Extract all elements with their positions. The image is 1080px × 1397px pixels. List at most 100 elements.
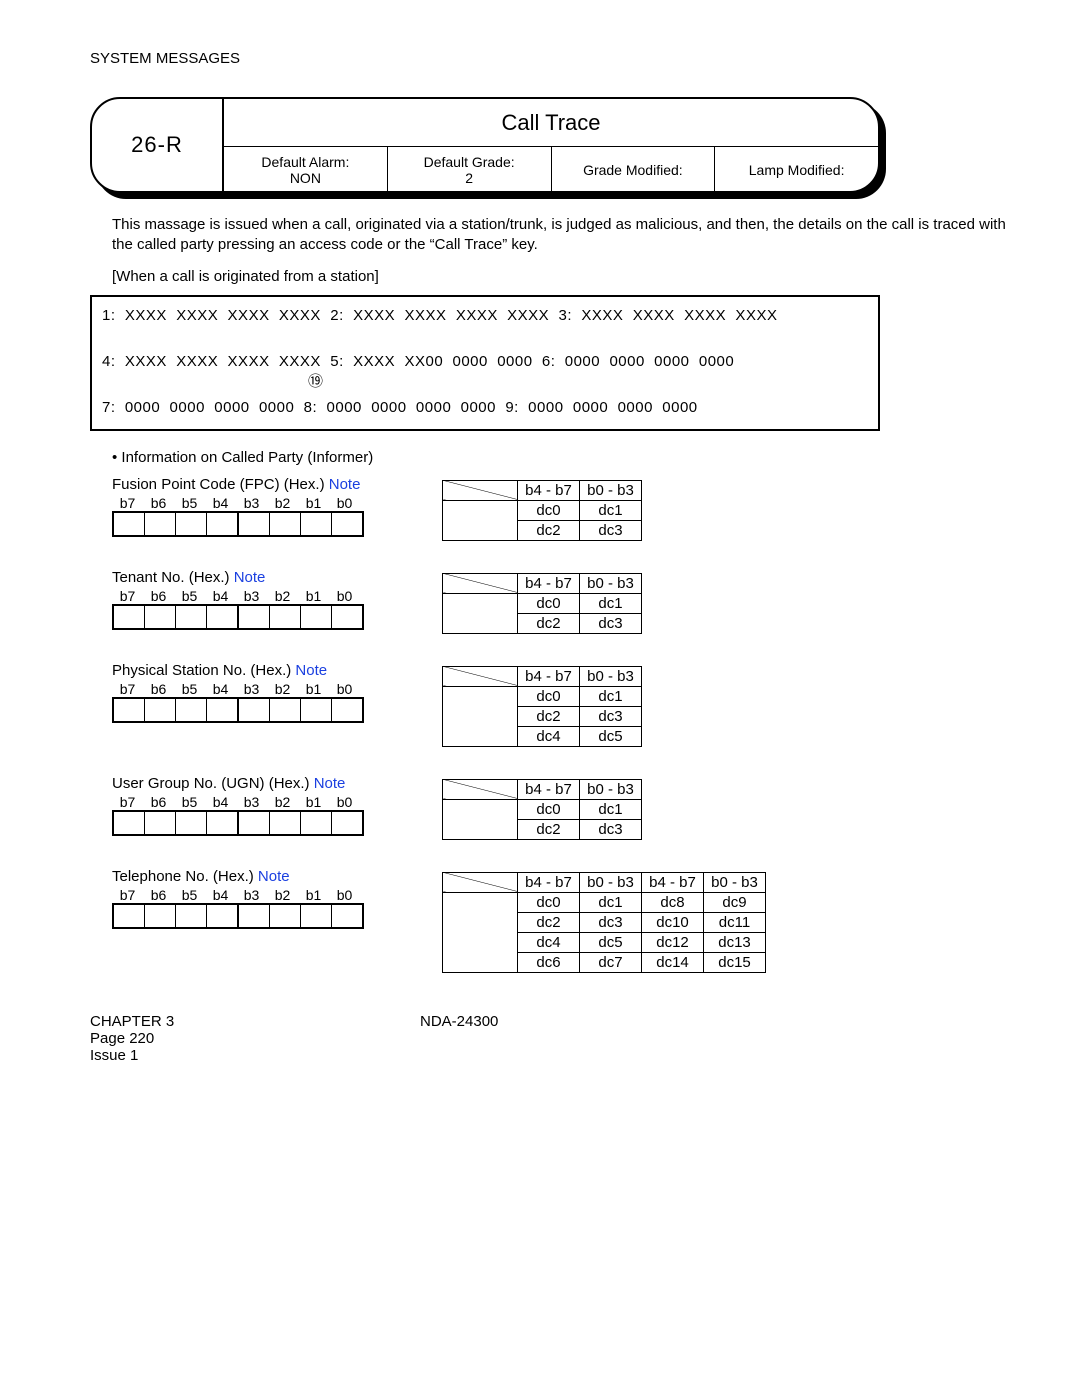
dc-cell: dc7 [580, 952, 642, 972]
section-row: Physical Station No. (Hex.) Noteb7b6b5b4… [112, 662, 1040, 747]
bit-block-title: Tenant No. (Hex.) Note [112, 569, 362, 586]
dc-cell: dc10 [642, 912, 704, 932]
message-title: Call Trace [224, 99, 878, 147]
bit-label: b7 [112, 588, 143, 604]
dc-cell: dc9 [704, 892, 766, 912]
bit-cell [145, 513, 176, 535]
bit-label: b0 [329, 495, 360, 511]
dc-header: b0 - b3 [580, 779, 642, 799]
note-link[interactable]: Note [234, 569, 266, 586]
bit-cell [301, 812, 332, 834]
note-link[interactable]: Note [329, 476, 361, 493]
dc-cell: dc3 [580, 912, 642, 932]
bit-block: Telephone No. (Hex.) Noteb7b6b5b4b3b2b1b… [112, 868, 362, 929]
bit-cell [301, 513, 332, 535]
dc-header: b4 - b7 [518, 480, 580, 500]
bit-cell [270, 513, 301, 535]
bit-cell [176, 699, 207, 721]
footer-docno: NDA-24300 [420, 1013, 498, 1064]
page-header: SYSTEM MESSAGES [90, 50, 1040, 67]
section-row: User Group No. (UGN) (Hex.) Noteb7b6b5b4… [112, 775, 1040, 840]
bit-row [112, 810, 364, 836]
dc-cell: dc3 [580, 520, 642, 540]
bit-label: b1 [298, 887, 329, 903]
bit-cell [176, 606, 207, 628]
bit-label: b5 [174, 887, 205, 903]
bit-label: b5 [174, 681, 205, 697]
bit-label: b7 [112, 887, 143, 903]
bit-label: b5 [174, 588, 205, 604]
bit-label: b0 [329, 887, 360, 903]
bit-cell [176, 905, 207, 927]
description-paragraph: This massage is issued when a call, orig… [112, 215, 1018, 256]
dc-header: b0 - b3 [704, 872, 766, 892]
dc-cell: dc3 [580, 706, 642, 726]
dc-header: b4 - b7 [518, 872, 580, 892]
note-link[interactable]: Note [258, 868, 290, 885]
bit-cell [332, 513, 362, 535]
bit-cell [145, 905, 176, 927]
bit-cell [332, 812, 362, 834]
bit-cell [239, 812, 270, 834]
bit-label: b3 [236, 887, 267, 903]
dc-header: b4 - b7 [518, 779, 580, 799]
bit-cell [332, 606, 362, 628]
dc-side [443, 593, 518, 633]
message-code: 26-R [92, 99, 222, 191]
dc-cell: dc1 [580, 500, 642, 520]
lamp-modified: Lamp Modified: [714, 147, 878, 191]
bit-label: b1 [298, 495, 329, 511]
bit-row [112, 697, 364, 723]
bit-cell [114, 513, 145, 535]
bit-cell [207, 812, 239, 834]
default-grade: Default Grade:2 [387, 147, 551, 191]
bit-label: b6 [143, 794, 174, 810]
grade-modified: Grade Modified: [551, 147, 715, 191]
bit-cell [114, 812, 145, 834]
dc-header: b0 - b3 [580, 573, 642, 593]
bit-cell [114, 905, 145, 927]
dc-cell: dc3 [580, 613, 642, 633]
dc-cell: dc2 [518, 520, 580, 540]
dc-cell: dc1 [580, 686, 642, 706]
dc-cell: dc8 [642, 892, 704, 912]
bit-labels: b7b6b5b4b3b2b1b0 [112, 495, 362, 511]
bit-label: b6 [143, 495, 174, 511]
bit-row [112, 511, 364, 537]
bit-label: b3 [236, 495, 267, 511]
dc-cell: dc5 [580, 932, 642, 952]
note-link[interactable]: Note [314, 775, 346, 792]
bit-label: b3 [236, 794, 267, 810]
bit-cell [176, 513, 207, 535]
data-line-3: 7: 0000 0000 0000 0000 8: 0000 0000 0000… [102, 399, 868, 417]
bit-cell [145, 606, 176, 628]
bit-labels: b7b6b5b4b3b2b1b0 [112, 887, 362, 903]
note-link[interactable]: Note [295, 662, 327, 679]
bit-label: b6 [143, 887, 174, 903]
bit-label: b1 [298, 681, 329, 697]
bit-cell [270, 606, 301, 628]
bit-cell [145, 812, 176, 834]
bit-label: b4 [205, 794, 236, 810]
sub-heading: [When a call is originated from a statio… [112, 268, 1018, 285]
dc-side [443, 500, 518, 540]
bit-label: b1 [298, 794, 329, 810]
dc-header: b4 - b7 [642, 872, 704, 892]
bit-cell [239, 513, 270, 535]
bit-cell [239, 905, 270, 927]
bit-cell [301, 905, 332, 927]
bit-cell [176, 812, 207, 834]
data-line-1: 1: XXXX XXXX XXXX XXXX 2: XXXX XXXX XXXX… [102, 307, 868, 325]
dc-cell: dc2 [518, 819, 580, 839]
bit-cell [301, 606, 332, 628]
dc-cell: dc1 [580, 799, 642, 819]
bullet-info: Information on Called Party (Informer) [112, 449, 1040, 466]
bit-label: b6 [143, 681, 174, 697]
dc-table: b4 - b7b0 - b3dc0dc1dc2dc3 [442, 480, 642, 541]
dc-cell: dc0 [518, 799, 580, 819]
section-row: Fusion Point Code (FPC) (Hex.) Noteb7b6b… [112, 476, 1040, 541]
bit-cell [207, 699, 239, 721]
dc-cell: dc2 [518, 912, 580, 932]
data-dump-box: 1: XXXX XXXX XXXX XXXX 2: XXXX XXXX XXXX… [90, 295, 880, 431]
bit-block: Physical Station No. (Hex.) Noteb7b6b5b4… [112, 662, 362, 723]
